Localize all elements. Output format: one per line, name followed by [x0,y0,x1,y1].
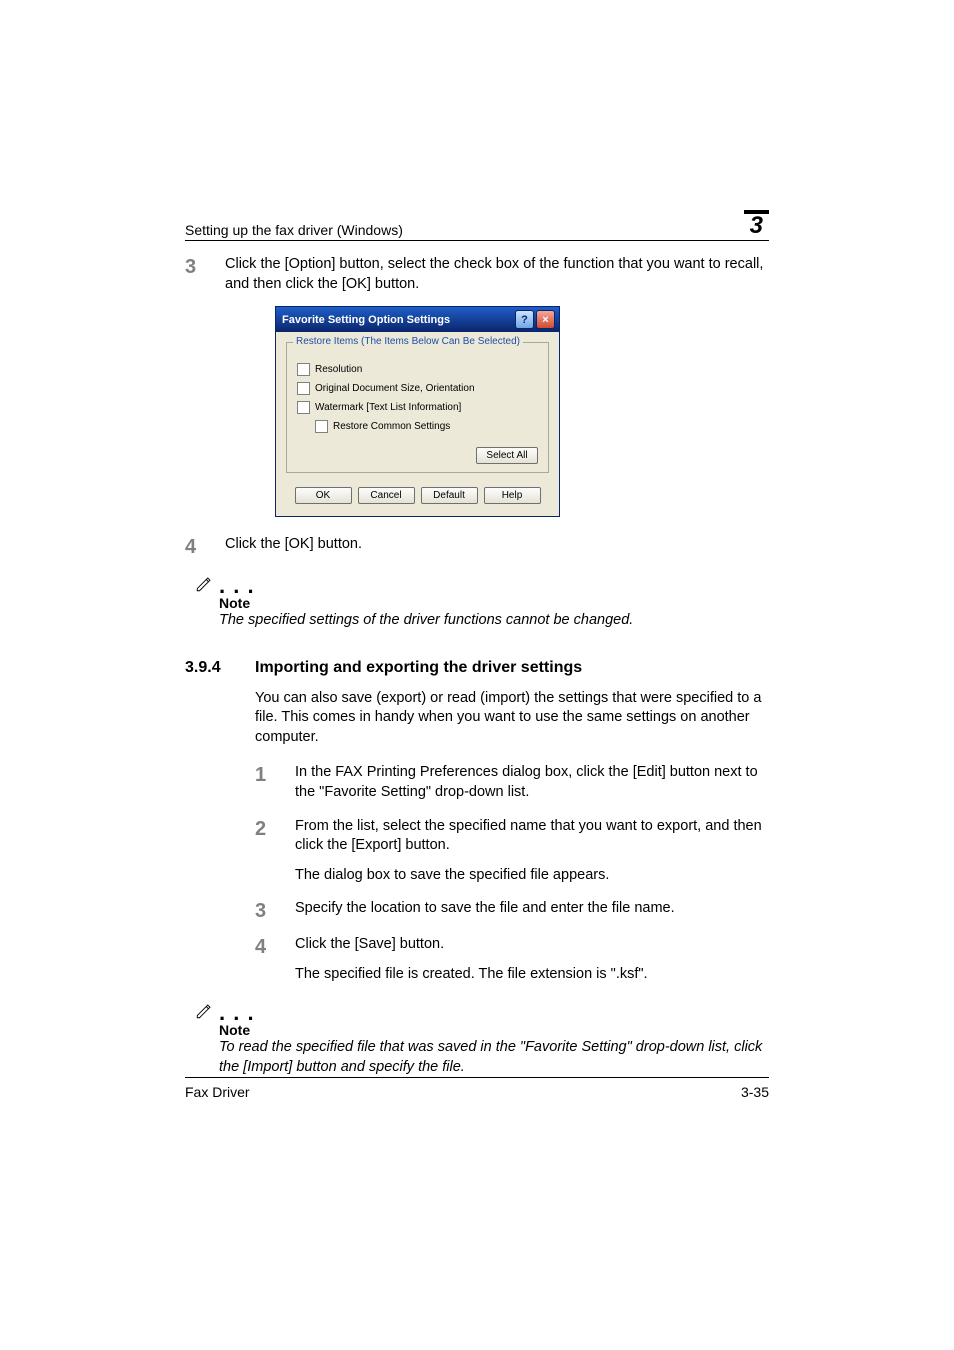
running-header: Setting up the fax driver (Windows) 3 [185,210,769,241]
footer-left: Fax Driver [185,1084,250,1100]
step-number: 2 [255,817,295,839]
checkbox-watermark[interactable]: Watermark [Text List Information] [297,401,538,414]
help-button[interactable]: Help [484,487,541,504]
step-aux-text: The dialog box to save the specified fil… [295,866,769,886]
substep-1: 1 In the FAX Printing Preferences dialog… [185,763,769,802]
note-text: The specified settings of the driver fun… [219,611,769,631]
ellipsis-icon: . . . [219,1008,255,1018]
page-footer: Fax Driver 3-35 [185,1077,769,1100]
checkbox-label: Resolution [315,364,362,375]
header-title: Setting up the fax driver (Windows) [185,222,403,238]
favorite-setting-dialog: Favorite Setting Option Settings ? × Res… [275,306,560,517]
step-main-text: From the list, select the specified name… [295,818,762,854]
step-text: In the FAX Printing Preferences dialog b… [295,763,769,802]
substep-3: 3 Specify the location to save the file … [185,899,769,921]
checkbox-resolution[interactable]: Resolution [297,363,538,376]
checkbox-label: Watermark [Text List Information] [315,402,461,413]
checkbox-label: Restore Common Settings [333,421,450,432]
step-number: 3 [255,899,295,921]
checkbox-original-size[interactable]: Original Document Size, Orientation [297,382,538,395]
step-main-text: Click the [Save] button. [295,936,444,952]
step-text: Click the [OK] button. [225,535,362,555]
dialog-button-row: OK Cancel Default Help [286,487,549,504]
restore-items-group: Restore Items (The Items Below Can Be Se… [286,342,549,473]
step-text: Specify the location to save the file an… [295,899,675,919]
substep-2: 2 From the list, select the specified na… [185,817,769,886]
step-text: Click the [Option] button, select the ch… [225,255,769,294]
dialog-title: Favorite Setting Option Settings [282,314,450,326]
checkbox-restore-common[interactable]: Restore Common Settings [315,420,538,433]
ok-button[interactable]: OK [295,487,352,504]
dialog-titlebar: Favorite Setting Option Settings ? × [276,307,559,332]
cancel-button[interactable]: Cancel [358,487,415,504]
checkbox-label: Original Document Size, Orientation [315,383,475,394]
chapter-number: 3 [744,210,769,238]
pencil-icon [195,575,213,593]
note-block: . . . Note The specified settings of the… [195,575,769,631]
note-text: To read the specified file that was save… [219,1038,769,1077]
step-number: 3 [185,255,225,277]
section-heading: 3.9.4 Importing and exporting the driver… [185,659,769,677]
checkbox-icon[interactable] [297,363,310,376]
ellipsis-icon: . . . [219,581,255,591]
step-3: 3 Click the [Option] button, select the … [185,255,769,294]
dialog-screenshot: Favorite Setting Option Settings ? × Res… [275,306,769,517]
step-aux-text: The specified file is created. The file … [295,965,769,985]
step-text: Click the [Save] button. The specified f… [295,935,769,984]
note-block-2: . . . Note To read the specified file th… [195,1002,769,1077]
checkbox-icon[interactable] [297,401,310,414]
section-intro: You can also save (export) or read (impo… [255,689,769,748]
checkbox-icon[interactable] [297,382,310,395]
step-number: 4 [255,935,295,957]
close-icon[interactable]: × [536,310,555,329]
note-label: Note [219,595,769,611]
step-number: 1 [255,763,295,785]
step-4: 4 Click the [OK] button. [185,535,769,557]
checkbox-icon[interactable] [315,420,328,433]
default-button[interactable]: Default [421,487,478,504]
step-number: 4 [185,535,225,557]
group-legend: Restore Items (The Items Below Can Be Se… [293,336,523,347]
help-icon[interactable]: ? [515,310,534,329]
note-label: Note [219,1022,769,1038]
substep-4: 4 Click the [Save] button. The specified… [185,935,769,984]
select-all-button[interactable]: Select All [476,447,538,464]
section-title: Importing and exporting the driver setti… [255,659,582,677]
section-number: 3.9.4 [185,659,255,677]
footer-right: 3-35 [741,1084,769,1100]
step-text: From the list, select the specified name… [295,817,769,886]
pencil-icon [195,1002,213,1020]
